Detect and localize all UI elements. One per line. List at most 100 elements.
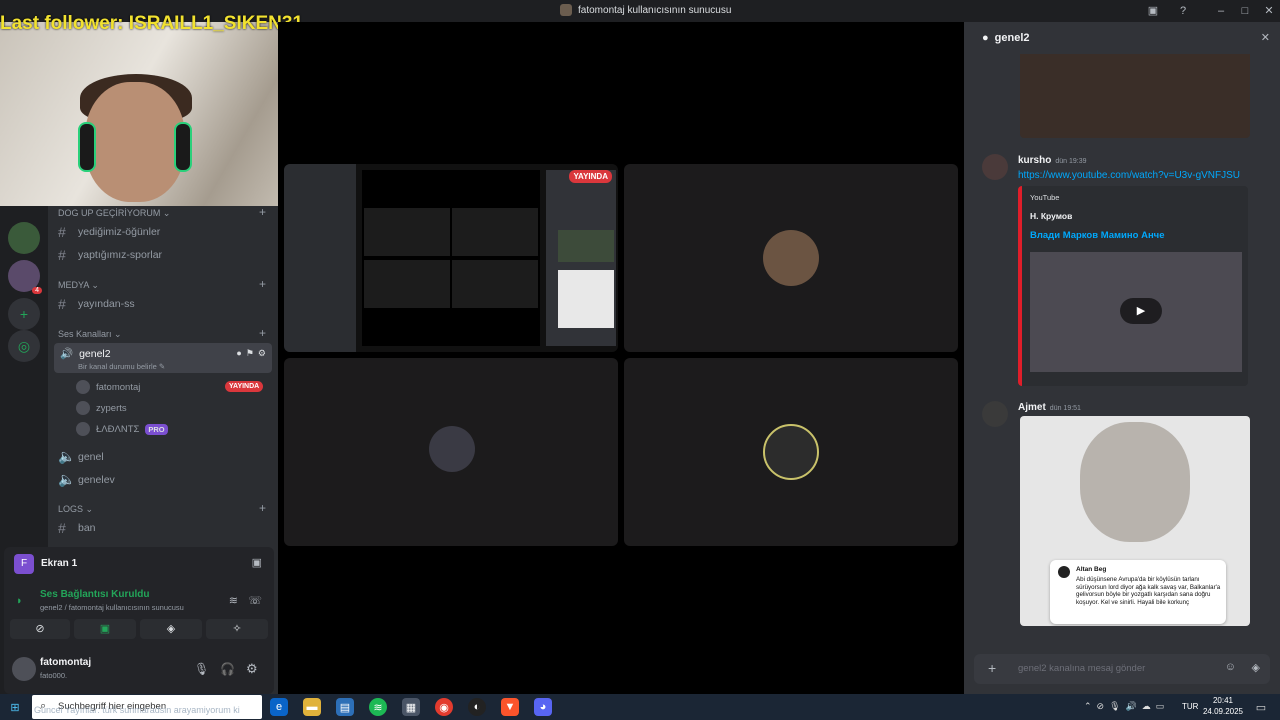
emoji-icon[interactable]: ☺: [1225, 661, 1236, 673]
noise-icon[interactable]: ≋: [229, 594, 238, 607]
tweet-text: Abi düşünsene Avrupa'da bir köylüsün tar…: [1076, 576, 1221, 606]
message-author[interactable]: Ajmet dün 19:51: [1018, 402, 1081, 413]
category-ses[interactable]: Ses Kanalları ⌄: [58, 329, 122, 340]
add-channel-button[interactable]: +: [259, 205, 266, 219]
soundboard-button[interactable]: ✧: [206, 619, 268, 639]
category-logs[interactable]: LOGS ⌄: [58, 504, 93, 515]
voice-user[interactable]: fatomontaj: [76, 380, 140, 394]
channel-yaptigimiz[interactable]: # yaptığımız-sporlar: [58, 247, 162, 263]
activity-icon[interactable]: ◈: [1252, 661, 1260, 674]
language-indicator[interactable]: TUR: [1182, 702, 1198, 711]
add-channel-button[interactable]: +: [259, 326, 266, 340]
brave-icon[interactable]: ▼: [501, 698, 519, 716]
inbox-icon[interactable]: ▣: [1145, 3, 1161, 19]
calculator-icon[interactable]: ▦: [402, 698, 420, 716]
window-title-text: fatomontaj kullanıcısının sunucusu: [578, 4, 732, 16]
minimize-button[interactable]: –: [1213, 3, 1229, 19]
participant-tile[interactable]: [624, 164, 958, 352]
headphone-icon[interactable]: 🎧: [220, 662, 235, 676]
avatar: [76, 422, 90, 436]
add-channel-button[interactable]: +: [259, 501, 266, 515]
embed-author[interactable]: Н. Крумов: [1030, 211, 1072, 221]
category-medya[interactable]: MEDYA ⌄: [58, 280, 99, 291]
channel-label: genelev: [78, 473, 115, 486]
stop-stream-icon[interactable]: ▣: [252, 556, 262, 569]
message-author[interactable]: kursho dün 19:39: [1018, 155, 1087, 166]
voice-status[interactable]: Ses Bağlantısı Kuruldu: [40, 589, 149, 600]
maximize-button[interactable]: □: [1237, 3, 1253, 19]
server-badge: 4: [32, 287, 42, 294]
channel-yayindan[interactable]: # yayından-ss: [58, 296, 135, 312]
stream-preview-chat: [546, 170, 616, 346]
add-attachment-icon[interactable]: +: [988, 660, 996, 676]
channel-ban[interactable]: # ban: [58, 520, 96, 536]
system-tray-icons[interactable]: ⌃⊘🎙🔊☁▭: [1084, 701, 1169, 712]
chat-channel-name: genel2: [994, 32, 1030, 44]
edge-icon[interactable]: e: [270, 698, 288, 716]
discord-icon[interactable]: ◕: [534, 698, 552, 716]
close-icon[interactable]: ✕: [1261, 31, 1270, 44]
stream-tile[interactable]: YAYINDA: [284, 164, 618, 352]
avatar[interactable]: [12, 657, 36, 681]
spotify-icon[interactable]: ≋: [369, 698, 387, 716]
obs-icon[interactable]: ◐: [468, 698, 486, 716]
username[interactable]: fatomontaj: [40, 657, 91, 668]
clock-time[interactable]: 20:41: [1208, 696, 1238, 705]
server-item[interactable]: 4: [8, 260, 42, 294]
category-label: MEDYA: [58, 280, 89, 290]
clock-date[interactable]: 24.09.2025: [1200, 707, 1246, 716]
embed-image-previous[interactable]: [1020, 54, 1250, 138]
message-link[interactable]: https://www.youtube.com/watch?v=U3v-gVNF…: [1018, 170, 1240, 181]
add-server-icon[interactable]: +: [8, 298, 40, 330]
channel-yedigimiz[interactable]: # yediğimiz-öğünler: [58, 224, 160, 240]
voice-user[interactable]: ŁΛÐΛΝΤΣ PRO: [76, 422, 168, 436]
live-badge: YAYINDA: [225, 381, 264, 392]
message-input[interactable]: + genel2 kanalına mesaj gönder ☺ ◈: [974, 654, 1270, 684]
chrome-icon[interactable]: ◉: [435, 698, 453, 716]
voice-channel-genel[interactable]: 🔈 genel: [58, 448, 104, 465]
embed-title[interactable]: Влади Марков Мамино Анче: [1030, 230, 1164, 241]
channel-status[interactable]: Bir kanal durumu belirle ✎: [78, 362, 165, 371]
avatar[interactable]: [982, 401, 1008, 427]
category-label: DOG UP GEÇİRİYORUM: [58, 208, 161, 218]
mic-icon[interactable]: 🎙: [194, 662, 209, 676]
start-icon[interactable]: ⊞: [6, 698, 24, 716]
discover-icon[interactable]: ◎: [8, 330, 40, 362]
category-dog-up[interactable]: DOG UP GEÇİRİYORUM ⌄: [58, 208, 170, 219]
server-item[interactable]: [8, 222, 40, 254]
stream-preview-stage: [362, 170, 540, 346]
voice-channel-genel2[interactable]: 🔊 genel2 Bir kanal durumu belirle ✎ ● ⚑ …: [54, 343, 272, 373]
live-badge: YAYINDA: [569, 170, 612, 183]
voice-user[interactable]: zyperts: [76, 401, 127, 415]
invite-icon[interactable]: ⚑: [246, 348, 254, 359]
channel-label: genel2: [79, 347, 111, 360]
stream-preview-sidebar: [284, 164, 356, 352]
gear-icon[interactable]: ⚙: [258, 348, 266, 359]
folder-icon[interactable]: ▬: [303, 698, 321, 716]
voice-channel-genelev[interactable]: 🔈 genelev: [58, 471, 115, 488]
notification-icon[interactable]: ▭: [1252, 698, 1270, 716]
message-image[interactable]: Altan Beg Abi düşünsene Avrupa'da bir kö…: [1020, 416, 1250, 626]
close-window-button[interactable]: ✕: [1261, 3, 1277, 19]
disconnect-icon[interactable]: ☏: [248, 594, 262, 607]
add-channel-button[interactable]: +: [259, 277, 266, 291]
window-title: fatomontaj kullanıcısının sunucusu: [560, 4, 731, 16]
camera-button[interactable]: ⊘: [10, 619, 70, 639]
chat-icon[interactable]: ●: [236, 348, 241, 359]
embed-video-thumbnail[interactable]: ▶: [1030, 252, 1242, 372]
gear-icon[interactable]: ⚙: [246, 661, 258, 677]
participant-tile[interactable]: [624, 358, 958, 546]
play-icon[interactable]: ▶: [1120, 298, 1162, 324]
avatar[interactable]: [982, 154, 1008, 180]
activity-button[interactable]: ◈: [140, 619, 202, 639]
store-icon[interactable]: ▤: [336, 698, 354, 716]
avatar: [763, 230, 819, 286]
chat-panel: ● genel2 ✕ kursho dün 19:39 https://www.y…: [964, 22, 1280, 694]
screen-share-button[interactable]: ▣: [74, 619, 136, 639]
chat-bubble-icon: ●: [982, 32, 989, 44]
channel-label: yayından-ss: [78, 298, 135, 310]
participant-tile[interactable]: [284, 358, 618, 546]
help-icon[interactable]: ?: [1175, 3, 1191, 19]
stream-marquee: Güncel Yayınlar: türk sunmaradsin arayam…: [34, 705, 240, 715]
avatar: [429, 426, 475, 472]
